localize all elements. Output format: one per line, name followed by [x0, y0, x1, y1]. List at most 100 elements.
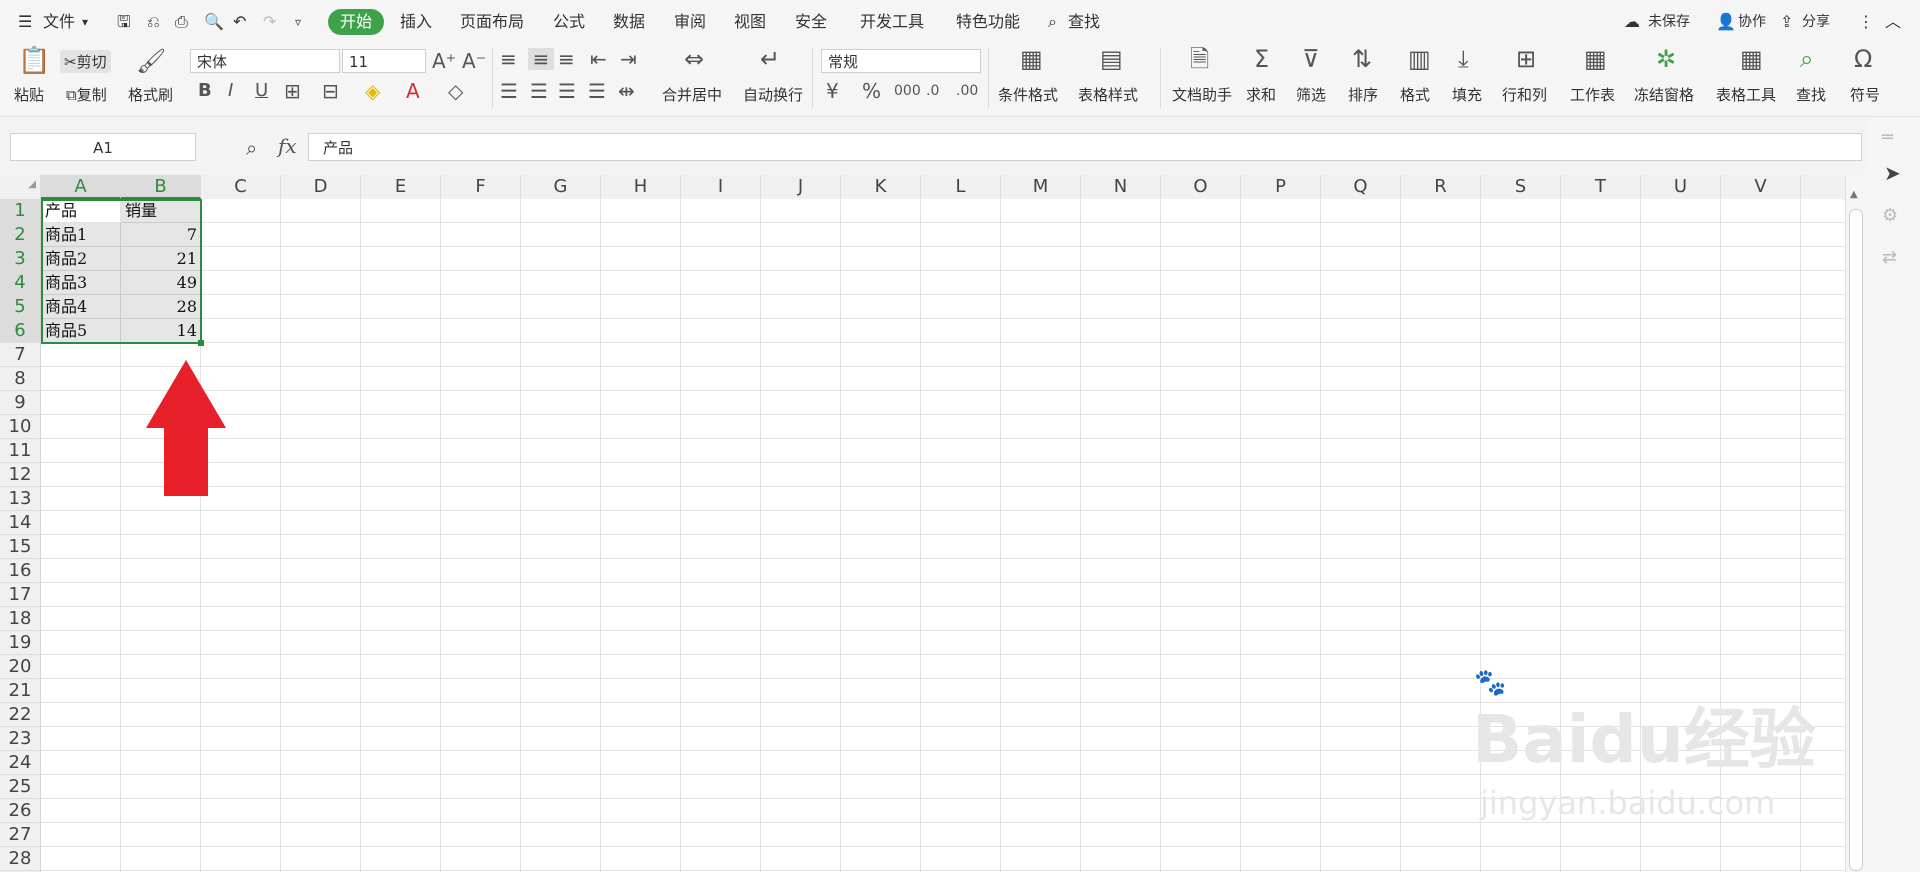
- symbol-button[interactable]: 符号: [1850, 84, 1880, 105]
- row-header-1[interactable]: 1: [0, 199, 40, 223]
- align-middle-icon[interactable]: ≡: [528, 48, 554, 70]
- column-header-f[interactable]: F: [441, 175, 521, 199]
- menu-file[interactable]: 文件: [43, 10, 75, 34]
- share-pane-icon[interactable]: ⇄: [1882, 247, 1897, 268]
- increase-decimal-icon[interactable]: .0: [926, 80, 939, 102]
- chevron-down-icon[interactable]: ▾: [82, 10, 88, 34]
- row-header-7[interactable]: 7: [0, 343, 40, 367]
- decrease-decimal-icon[interactable]: .00: [956, 80, 978, 102]
- tab-data[interactable]: 数据: [613, 10, 645, 34]
- row-col-button[interactable]: 行和列: [1502, 84, 1547, 105]
- paste-icon[interactable]: 📋: [18, 48, 50, 74]
- cond-format-button[interactable]: 条件格式: [998, 84, 1058, 105]
- currency-icon[interactable]: ¥: [826, 80, 839, 102]
- row-header-12[interactable]: 12: [0, 463, 40, 487]
- column-header-h[interactable]: H: [601, 175, 681, 199]
- name-box[interactable]: A1: [10, 133, 196, 161]
- filter-icon[interactable]: ⊽: [1302, 47, 1320, 71]
- row-header-24[interactable]: 24: [0, 751, 40, 775]
- row-header-3[interactable]: 3: [0, 247, 40, 271]
- more-vert-icon[interactable]: ⋮: [1858, 10, 1874, 34]
- tab-insert[interactable]: 插入: [400, 10, 432, 34]
- tab-page-layout[interactable]: 页面布局: [460, 10, 524, 34]
- fill-button[interactable]: 填充: [1452, 84, 1482, 105]
- paste-button[interactable]: 粘贴: [14, 84, 44, 105]
- row-header-28[interactable]: 28: [0, 847, 40, 871]
- column-header-l[interactable]: L: [921, 175, 1001, 199]
- format-icon[interactable]: ▥: [1408, 47, 1431, 71]
- tab-formulas[interactable]: 公式: [553, 10, 585, 34]
- worksheet-button[interactable]: 工作表: [1570, 84, 1615, 105]
- row-header-6[interactable]: 6: [0, 319, 40, 343]
- percent-icon[interactable]: %: [862, 80, 881, 102]
- print-icon[interactable]: ⎙: [175, 10, 188, 34]
- row-header-25[interactable]: 25: [0, 775, 40, 799]
- bold-icon[interactable]: B: [198, 80, 212, 102]
- row-header-13[interactable]: 13: [0, 487, 40, 511]
- pane-menu-icon[interactable]: ═: [1882, 127, 1893, 148]
- tab-home[interactable]: 开始: [328, 9, 385, 35]
- format-painter-icon[interactable]: 🖌: [136, 49, 166, 73]
- save-icon[interactable]: 🖫: [117, 10, 131, 34]
- filter-button[interactable]: 筛选: [1296, 84, 1326, 105]
- column-header-d[interactable]: D: [281, 175, 361, 199]
- distribute-icon[interactable]: ⇹: [618, 80, 635, 102]
- font-size-select[interactable]: 11: [342, 49, 426, 73]
- sum-button[interactable]: 求和: [1246, 84, 1276, 105]
- tab-review[interactable]: 审阅: [674, 10, 706, 34]
- indent-increase-icon[interactable]: ⇥: [620, 48, 637, 70]
- column-header-m[interactable]: M: [1001, 175, 1081, 199]
- column-header-u[interactable]: U: [1641, 175, 1721, 199]
- table-tools-icon[interactable]: ▦: [1740, 47, 1763, 71]
- row-header-4[interactable]: 4: [0, 271, 40, 295]
- formula-input[interactable]: 产品: [308, 133, 1862, 161]
- tab-developer[interactable]: 开发工具: [860, 10, 924, 34]
- cond-format-icon[interactable]: ▦: [1020, 47, 1043, 71]
- find-button[interactable]: 查找: [1796, 84, 1826, 105]
- collapse-ribbon-icon[interactable]: ︿: [1885, 10, 1901, 34]
- column-header-i[interactable]: I: [681, 175, 761, 199]
- row-header-18[interactable]: 18: [0, 607, 40, 631]
- align-bottom-icon[interactable]: ≡: [558, 48, 575, 70]
- redo-icon[interactable]: ↷: [263, 10, 276, 34]
- column-header-a[interactable]: A: [41, 175, 121, 199]
- tab-special[interactable]: 特色功能: [956, 10, 1020, 34]
- share-button[interactable]: 分享: [1802, 10, 1830, 34]
- menu-search[interactable]: 查找: [1068, 10, 1100, 34]
- scroll-thumb[interactable]: [1849, 209, 1863, 871]
- fill-icon[interactable]: ⤓: [1458, 47, 1469, 71]
- collab-button[interactable]: 协作: [1738, 10, 1766, 34]
- merge-center-icon[interactable]: ⇔: [684, 47, 704, 71]
- fill-handle[interactable]: [198, 340, 204, 346]
- row-col-icon[interactable]: ⊞: [1516, 47, 1536, 71]
- fill-color-icon[interactable]: ◈: [365, 80, 380, 102]
- column-header-k[interactable]: K: [841, 175, 921, 199]
- row-header-11[interactable]: 11: [0, 439, 40, 463]
- row-header-21[interactable]: 21: [0, 679, 40, 703]
- row-header-15[interactable]: 15: [0, 535, 40, 559]
- symbol-icon[interactable]: Ω: [1854, 47, 1872, 71]
- tab-view[interactable]: 视图: [734, 10, 766, 34]
- column-header-p[interactable]: P: [1241, 175, 1321, 199]
- table-style-icon[interactable]: ▤: [1100, 47, 1123, 71]
- thousands-icon[interactable]: 000: [894, 80, 921, 102]
- merge-center-button[interactable]: 合并居中: [662, 84, 722, 105]
- undo-icon[interactable]: ↶: [233, 10, 246, 34]
- column-header-c[interactable]: C: [201, 175, 281, 199]
- undo-alt-icon[interactable]: ⎌: [147, 10, 160, 34]
- hamburger-icon[interactable]: ☰: [18, 10, 32, 34]
- sort-icon[interactable]: ⇅: [1352, 47, 1372, 71]
- font-name-select[interactable]: 宋体: [190, 49, 340, 73]
- row-header-22[interactable]: 22: [0, 703, 40, 727]
- select-all-corner[interactable]: ◢: [0, 175, 41, 199]
- vertical-scrollbar[interactable]: ▲: [1845, 175, 1866, 872]
- tab-security[interactable]: 安全: [795, 10, 827, 34]
- doc-helper-button[interactable]: 文档助手: [1172, 84, 1232, 105]
- row-header-16[interactable]: 16: [0, 559, 40, 583]
- scroll-up-icon[interactable]: ▲: [1850, 189, 1858, 200]
- wrap-text-icon[interactable]: ↵: [760, 47, 780, 71]
- justify-icon[interactable]: ☰: [588, 80, 606, 102]
- row-header-5[interactable]: 5: [0, 295, 40, 319]
- column-header-e[interactable]: E: [361, 175, 441, 199]
- format-painter-button[interactable]: 格式刷: [128, 84, 173, 105]
